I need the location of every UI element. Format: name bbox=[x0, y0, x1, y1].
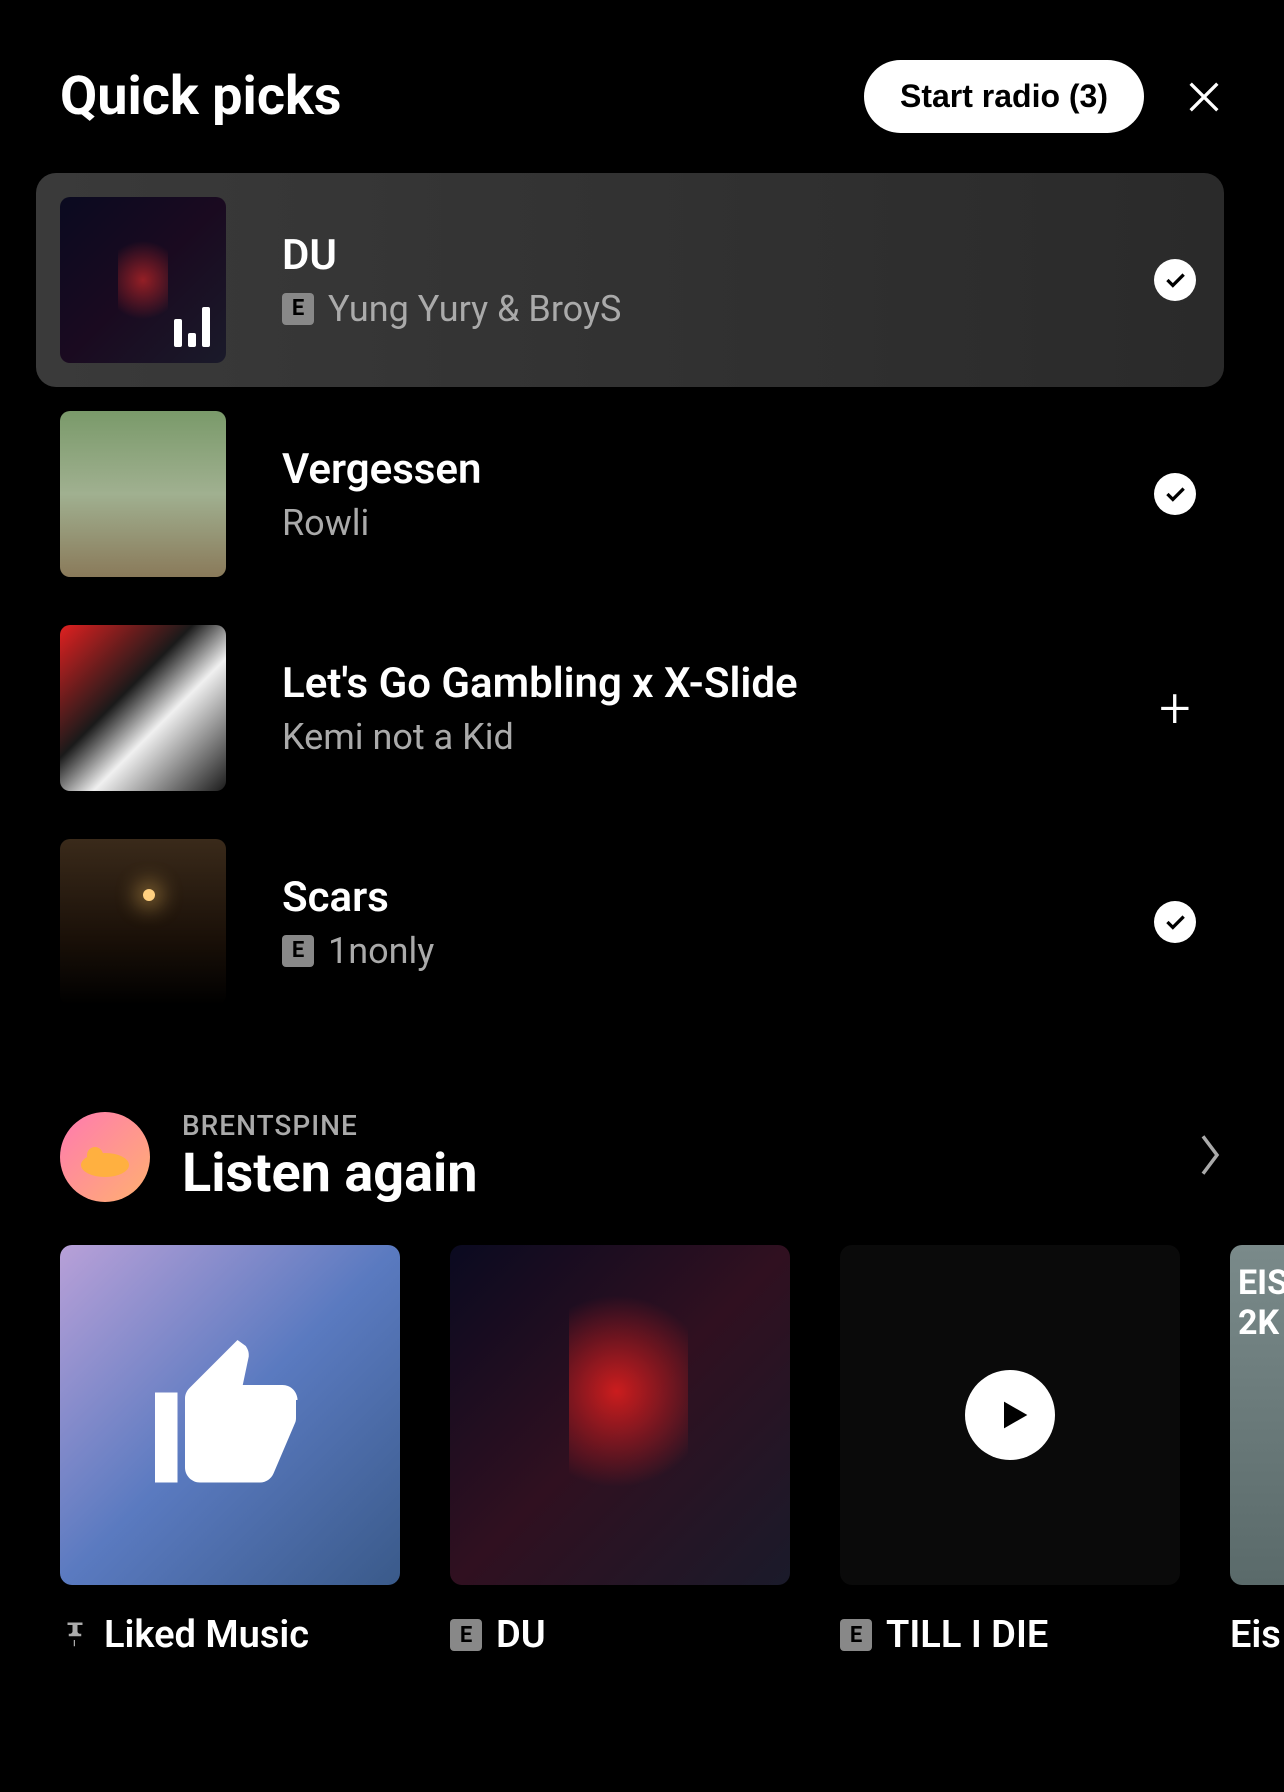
track-artist: Kemi not a Kid bbox=[282, 716, 514, 758]
album-label: Eis bbox=[1230, 1613, 1281, 1657]
album-overlay-text: EIS2K bbox=[1238, 1263, 1284, 1343]
track-item[interactable]: Vergessen Rowli bbox=[60, 387, 1224, 601]
thumbs-up-icon bbox=[140, 1325, 320, 1505]
track-title: Scars bbox=[282, 873, 1098, 922]
track-selected-button[interactable] bbox=[1154, 259, 1196, 301]
track-selected-button[interactable] bbox=[1154, 901, 1196, 943]
track-title: DU bbox=[282, 231, 1098, 280]
listen-again-title: Listen again bbox=[182, 1142, 1164, 1205]
album-card-liked-music[interactable]: Liked Music bbox=[60, 1245, 400, 1657]
track-artwork bbox=[60, 411, 226, 577]
track-artist: 1nonly bbox=[328, 930, 434, 972]
listen-again-header[interactable]: BRENTSPINE Listen again bbox=[60, 1109, 1284, 1205]
track-artist: Yung Yury & BroyS bbox=[328, 288, 621, 330]
track-selected-button[interactable] bbox=[1154, 473, 1196, 515]
avatar bbox=[60, 1112, 150, 1202]
check-icon bbox=[1154, 901, 1196, 943]
check-icon bbox=[1154, 473, 1196, 515]
track-add-button[interactable]: + bbox=[1154, 687, 1196, 729]
album-label: DU bbox=[496, 1613, 546, 1657]
listen-again-row[interactable]: Liked Music E DU E TILL I DIE bbox=[60, 1245, 1284, 1657]
track-artwork bbox=[60, 197, 226, 363]
explicit-badge: E bbox=[282, 293, 314, 325]
chevron-right-icon[interactable] bbox=[1196, 1131, 1224, 1183]
track-title: Vergessen bbox=[282, 445, 1098, 494]
explicit-badge: E bbox=[840, 1619, 872, 1651]
track-item[interactable]: Scars E 1nonly bbox=[60, 815, 1224, 1029]
album-artwork bbox=[840, 1245, 1180, 1585]
album-artwork: EIS2K bbox=[1230, 1245, 1284, 1585]
close-icon[interactable] bbox=[1184, 77, 1224, 117]
album-card-eis[interactable]: EIS2K Eis bbox=[1230, 1245, 1284, 1657]
album-card-till-i-die[interactable]: E TILL I DIE bbox=[840, 1245, 1180, 1657]
play-icon bbox=[994, 1395, 1034, 1435]
quick-picks-header: Quick picks Start radio (3) bbox=[60, 60, 1284, 133]
album-label: TILL I DIE bbox=[886, 1613, 1048, 1657]
track-artwork bbox=[60, 839, 226, 1005]
listen-again-username: BRENTSPINE bbox=[182, 1109, 1164, 1142]
plus-icon: + bbox=[1159, 680, 1191, 736]
track-artist: Rowli bbox=[282, 502, 369, 544]
album-label: Liked Music bbox=[104, 1613, 309, 1657]
track-title: Let's Go Gambling x X-Slide bbox=[282, 659, 1098, 708]
track-item[interactable]: DU E Yung Yury & BroyS bbox=[36, 173, 1224, 387]
album-card-du[interactable]: E DU bbox=[450, 1245, 790, 1657]
album-artwork bbox=[60, 1245, 400, 1585]
album-artwork bbox=[450, 1245, 790, 1585]
listen-again-section: BRENTSPINE Listen again Liked Music bbox=[60, 1109, 1284, 1657]
explicit-badge: E bbox=[282, 935, 314, 967]
pin-icon bbox=[60, 1620, 90, 1650]
track-item[interactable]: Let's Go Gambling x X-Slide Kemi not a K… bbox=[60, 601, 1224, 815]
now-playing-icon bbox=[174, 307, 210, 347]
play-button[interactable] bbox=[965, 1370, 1055, 1460]
quick-picks-list: DU E Yung Yury & BroyS Vergessen Rowli bbox=[60, 173, 1284, 1029]
track-artwork bbox=[60, 625, 226, 791]
explicit-badge: E bbox=[450, 1619, 482, 1651]
start-radio-button[interactable]: Start radio (3) bbox=[864, 60, 1144, 133]
quick-picks-title: Quick picks bbox=[60, 65, 342, 128]
check-icon bbox=[1154, 259, 1196, 301]
